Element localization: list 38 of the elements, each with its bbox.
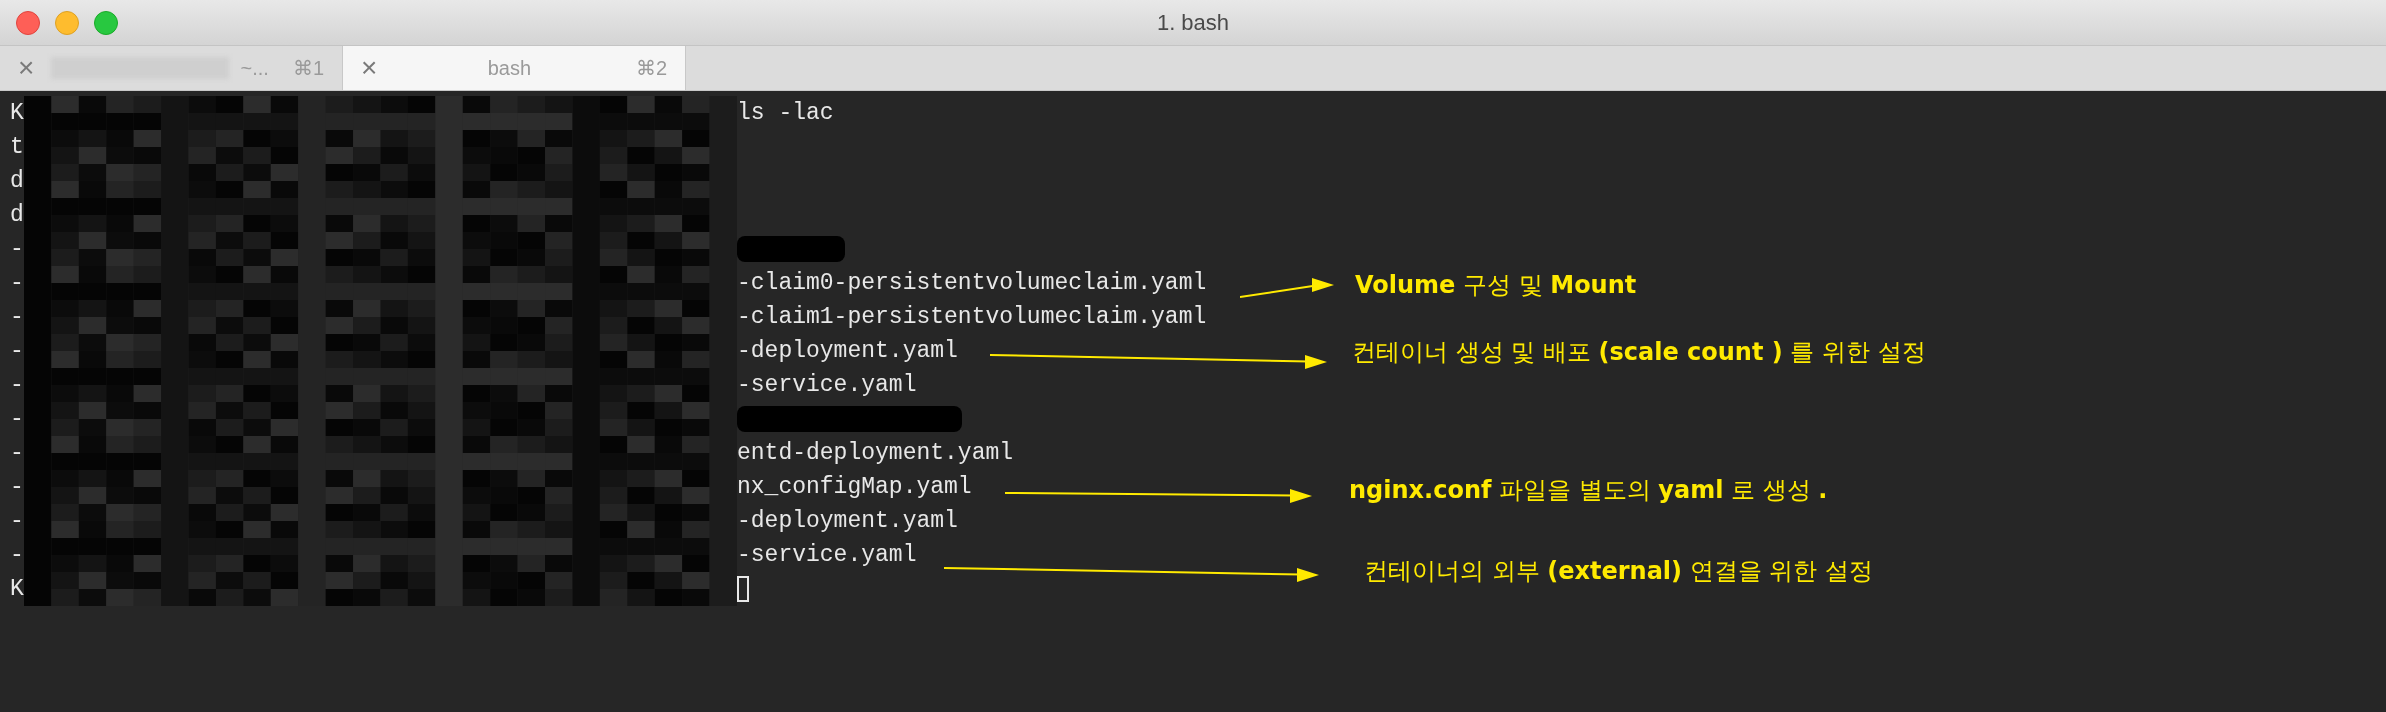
terminal-text: - [10, 508, 24, 534]
terminal-text: -deployment.yaml [737, 338, 958, 364]
shortcut-label: ⌘2 [635, 56, 667, 80]
annotation-text: 컨테이너 생성 및 배포 (scale count ) 를 위한 설정 [1352, 337, 1926, 368]
terminal-text: - [10, 304, 24, 330]
terminal-text: d [10, 168, 24, 194]
terminal-text: - [10, 474, 24, 500]
terminal-text: - [10, 270, 24, 296]
tab[interactable]: × ~... ⌘1 [0, 46, 343, 90]
minimize-window-button[interactable] [55, 11, 79, 35]
terminal-text: -claim0-persistentvolumeclaim.yaml [737, 270, 1207, 296]
terminal-text: K [10, 100, 24, 126]
tab[interactable]: × bash ⌘2 [343, 46, 686, 90]
annotation-text: nginx.conf 파일을 별도의 yaml 로 생성 . [1349, 475, 1828, 506]
terminal-text: ls -lac [737, 100, 834, 126]
terminal-text: -deployment.yaml [737, 508, 958, 534]
terminal-text: -service.yaml [737, 372, 917, 398]
terminal-text: - [10, 236, 24, 262]
terminal-text: - [10, 440, 24, 466]
close-tab-button[interactable]: × [361, 54, 383, 82]
annotation-text: Volume 구성 및 Mount [1355, 270, 1637, 301]
window-title: 1. bash [1156, 9, 1230, 36]
terminal-text: K [10, 576, 24, 602]
terminal-text: -service.yaml [737, 542, 917, 568]
terminal-text: d [10, 202, 24, 228]
terminal-text: - [10, 542, 24, 568]
terminal-text: nx_configMap.yaml [737, 474, 972, 500]
terminal-text: - [10, 372, 24, 398]
terminal-text: - [10, 338, 24, 364]
close-window-button[interactable] [16, 11, 40, 35]
terminal-text: -claim1-persistentvolumeclaim.yaml [737, 304, 1207, 330]
annotation-text: 컨테이너의 외부 (external) 연결을 위한 설정 [1364, 556, 1873, 587]
shortcut-label: ⌘1 [292, 56, 324, 80]
maximize-window-button[interactable] [94, 11, 118, 35]
close-tab-button[interactable]: × [18, 54, 39, 82]
terminal-text: - [10, 406, 24, 432]
terminal-text: t [10, 134, 24, 160]
terminal-text: entd-deployment.yaml [737, 440, 1014, 466]
